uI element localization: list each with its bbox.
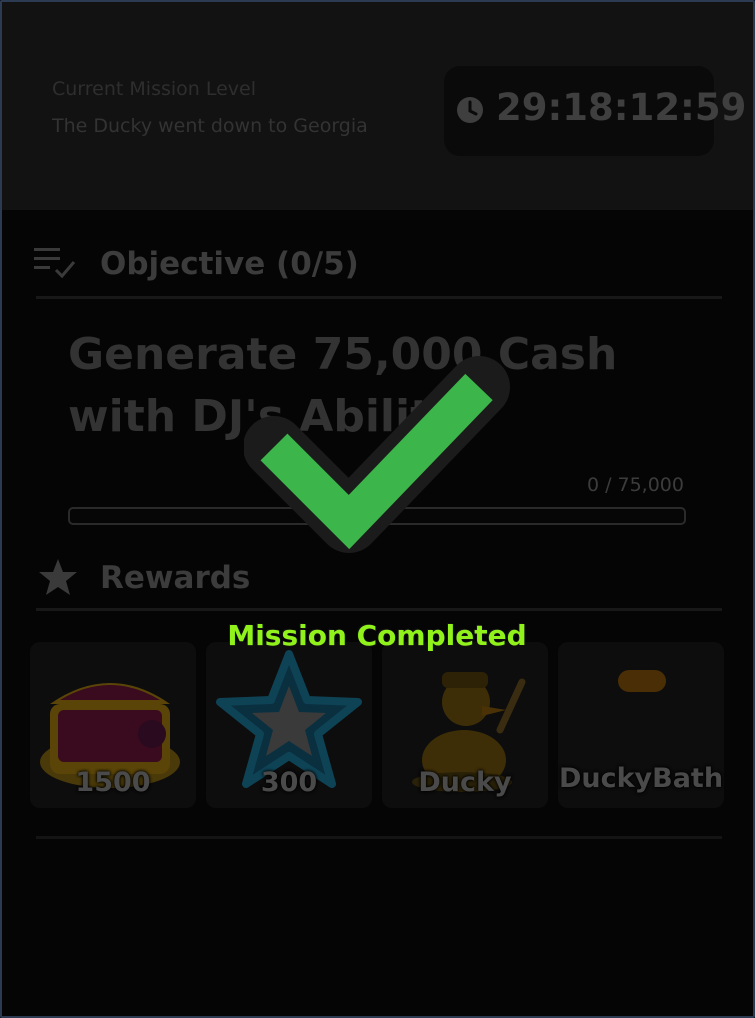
reward-label: DuckyBath [558, 763, 724, 794]
mission-panel: Current Mission Level The Ducky went dow… [0, 0, 755, 1018]
reward-label: 300 [260, 767, 318, 798]
mission-completed-status: Mission Completed [227, 619, 527, 652]
star-icon [39, 559, 77, 595]
divider [36, 836, 722, 839]
clock-icon [457, 97, 483, 123]
reward-card[interactable]: DuckyBath [558, 642, 724, 808]
progress-label: 0 / 75,000 [586, 474, 684, 496]
divider [36, 296, 722, 299]
reward-card[interactable]: 300 [206, 642, 372, 808]
reward-label: 1500 [75, 767, 151, 798]
mission-name: The Ducky went down to Georgia [52, 115, 368, 137]
checklist-icon [34, 248, 76, 279]
mission-timer: 29:18:12:59 [444, 66, 746, 156]
divider [36, 608, 722, 611]
mission-level-caption: Current Mission Level [52, 78, 257, 100]
reward-card[interactable]: 1500 [30, 642, 196, 808]
timer-value: 29:18:12:59 [496, 86, 747, 129]
mission-header: Current Mission Level The Ducky went dow… [2, 2, 753, 210]
objective-title: Objective (0/5) [100, 246, 359, 282]
reward-label: Ducky [418, 767, 512, 798]
rewards-title: Rewards [100, 560, 251, 596]
reward-card[interactable]: Ducky [382, 642, 548, 808]
checkmark-icon [244, 356, 510, 553]
